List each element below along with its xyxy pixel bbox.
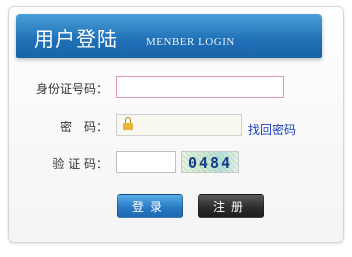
captcha-image[interactable]: 0484: [181, 151, 239, 173]
forgot-password-link[interactable]: 找回密码: [248, 121, 296, 138]
lock-icon: [123, 117, 133, 130]
password-input[interactable]: [116, 114, 242, 136]
register-button[interactable]: 注册: [198, 194, 264, 218]
captcha-input[interactable]: [116, 151, 176, 173]
captcha-label: 验 证 码：: [52, 157, 108, 171]
page-subtitle: MENBER LOGIN: [146, 36, 235, 48]
captcha-text: 0484: [188, 154, 233, 172]
login-button[interactable]: 登录: [117, 194, 183, 218]
id-number-input[interactable]: [116, 76, 284, 98]
password-label: 密 码：: [59, 120, 108, 134]
page-title: 用户登陆: [34, 27, 118, 51]
login-header: 用户登陆 MENBER LOGIN: [16, 14, 322, 58]
id-number-label: 身份证号码：: [35, 82, 108, 96]
